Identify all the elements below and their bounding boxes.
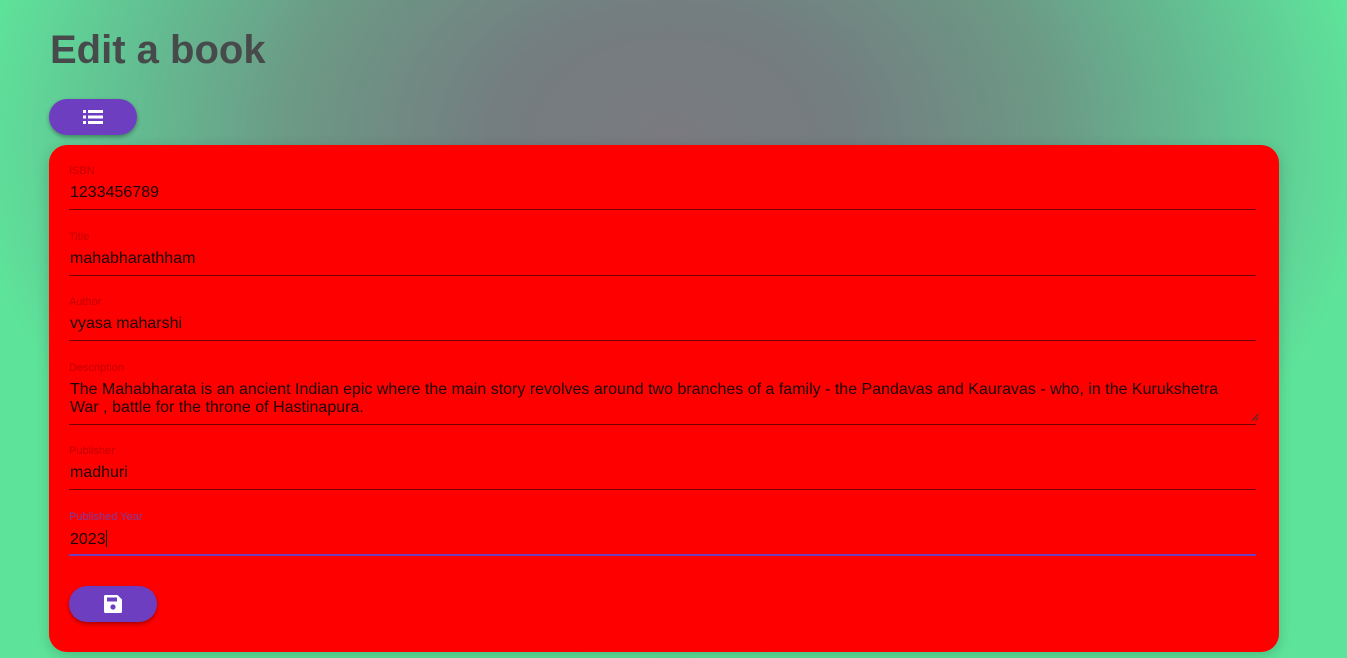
published-year-field[interactable]: Published Year 2023 (69, 511, 1256, 556)
publisher-field[interactable]: Publisher madhuri (69, 445, 1256, 490)
title-input[interactable]: mahabharathham (70, 250, 195, 268)
publisher-label: Publisher (69, 445, 115, 457)
save-button[interactable] (69, 586, 157, 622)
isbn-label: ISBN (69, 165, 95, 177)
edit-book-form: ISBN 1233456789 Title mahabharathham Aut… (49, 145, 1279, 652)
isbn-field[interactable]: ISBN 1233456789 (69, 165, 1256, 210)
author-field[interactable]: Author vyasa maharshi (69, 296, 1256, 341)
publisher-input[interactable]: madhuri (70, 464, 128, 482)
description-field[interactable]: Description The Mahabharata is an ancien… (69, 362, 1259, 425)
description-label: Description (69, 362, 125, 374)
title-label: Title (69, 231, 90, 243)
title-field[interactable]: Title mahabharathham (69, 231, 1256, 276)
floppy-disk-icon (104, 595, 122, 613)
author-label: Author (69, 296, 102, 308)
text-cursor (105, 530, 107, 547)
isbn-input[interactable]: 1233456789 (70, 184, 159, 202)
published-year-label: Published Year (69, 511, 143, 523)
book-list-button[interactable] (49, 99, 137, 135)
list-icon (83, 110, 103, 124)
page-title: Edit a book (50, 28, 266, 72)
description-textarea[interactable]: The Mahabharata is an ancient Indian epi… (70, 381, 1250, 417)
resize-handle-icon[interactable] (1251, 413, 1259, 421)
author-input[interactable]: vyasa maharshi (70, 315, 182, 333)
published-year-input[interactable]: 2023 (70, 531, 106, 548)
